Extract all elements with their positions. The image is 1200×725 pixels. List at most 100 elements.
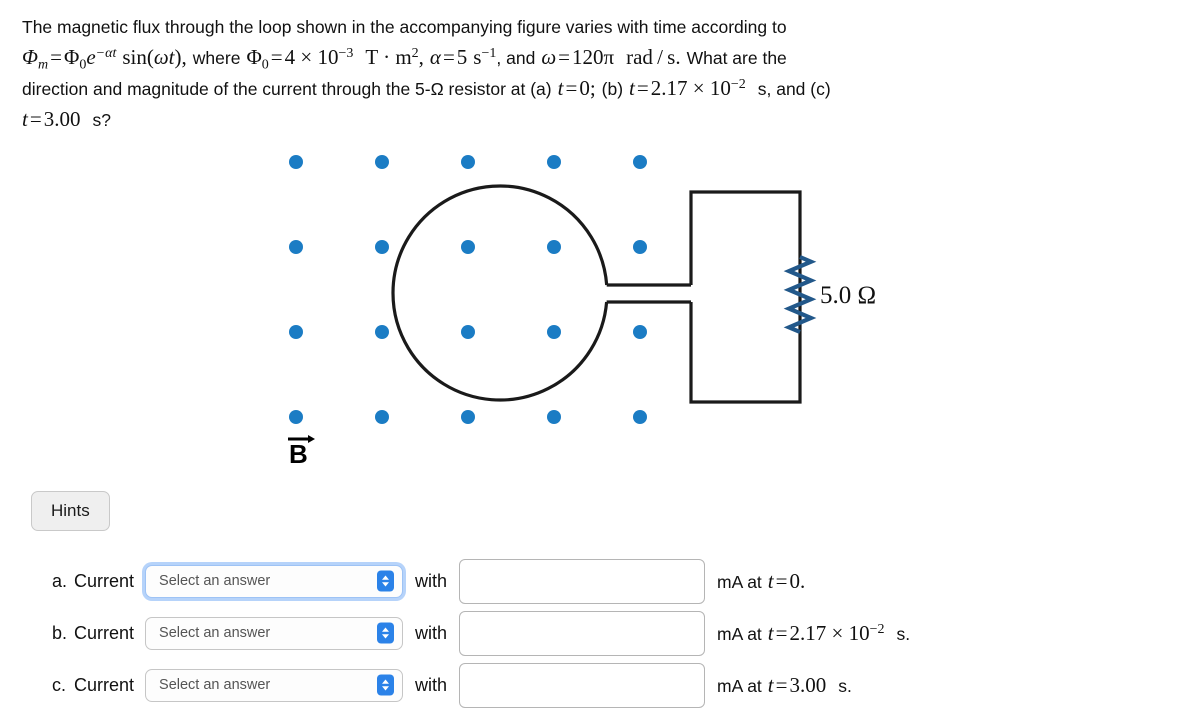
problem-statement: The magnetic flux through the loop shown… [22,12,1182,135]
flux-subscript-m: m [38,57,49,73]
unit-suffix: s. [838,675,852,696]
chevron-updown-icon[interactable] [377,570,395,592]
field-dot [461,240,475,254]
where-word: where [192,48,241,68]
unit-time-exponent: −2 [869,621,885,637]
answer-row-prompt: Current [74,674,135,695]
answer-unit-text: mA at t=2.17 × 10−2 s. [717,621,910,646]
magnetic-field-dots [289,155,647,424]
answer-row-letter: c. [52,674,67,695]
alpha-value: 5 [456,45,468,69]
answer-rows: a. Current Select an answer with mA at t=0. b.… [0,555,1200,711]
field-dot [375,240,389,254]
field-dot [375,410,389,424]
field-dot [547,240,561,254]
equals-1: = [50,45,62,69]
conducting-loop [391,184,609,402]
answer-unit-text: mA at t=3.00 s. [717,673,852,698]
chevron-updown-icon[interactable] [377,674,395,696]
magnitude-input-a[interactable] [459,558,706,604]
answer-row: a. Current Select an answer with mA at t=0. [0,555,1200,607]
unit-prefix: mA at [717,571,762,592]
field-dot [375,325,389,339]
omega-value: 120π [572,45,615,69]
unit-time-value: 2.17 × 10 [789,620,870,645]
line2-tail: What are the [686,48,787,68]
field-dot [633,325,647,339]
equals-3: = [442,45,455,69]
b-field-label-group: B [288,435,315,469]
direction-select-value: Select an answer [159,625,271,641]
omega-unit: rad / s. [626,45,681,69]
hints-button[interactable]: Hints [31,491,110,531]
flux-zero-symbol: Φ [63,45,80,69]
field-dot [633,155,647,169]
flux-zero-symbol-2: Φ [246,45,262,69]
flux-symbol: Φ [22,45,38,69]
circuit-rectangle [689,190,802,404]
unit-equals: = [775,568,788,593]
unit-time-var: t [767,672,774,697]
answer-row-letter: b. [52,622,68,643]
flux-exponent: −3 [338,46,354,62]
line3-lead: direction and magnitude of the current t… [22,79,552,99]
time-value-b: 2.17 × 10 [650,76,731,100]
unit-equals: = [775,672,788,697]
time-var-c: t [22,107,28,131]
unit-prefix: mA at [717,623,762,644]
time-exponent-b: −2 [730,77,746,93]
field-dot [547,155,561,169]
flux-zero-subscript-2: 0 [261,57,269,73]
direction-select-c[interactable]: Select an answer [145,668,404,702]
answer-row: c. Current Select an answer with mA at t=3.00… [0,659,1200,711]
unit-suffix: s. [896,623,911,644]
equals-6: = [636,76,649,100]
flux-units: T · m [365,45,412,69]
flux-zero-value: 4 × 10 [284,45,339,69]
and-word-1: , and [496,48,536,68]
omega-t: ωt [153,45,175,69]
field-dot [289,325,303,339]
problem-line-1: The magnetic flux through the loop shown… [22,17,787,37]
answer-row-prompt: Current [74,570,135,591]
answer-row-letter: a. [52,570,68,591]
answer-row-prompt: Current [74,622,135,643]
magnitude-input-c[interactable] [459,662,706,708]
resistor-label: 5.0 Ω [820,282,876,309]
field-dot [547,325,561,339]
problem-line-3: direction and magnitude of the current t… [22,73,1182,104]
with-label: with [415,674,448,695]
alpha-unit-exponent: −1 [481,46,497,62]
field-dot [289,410,303,424]
with-label: with [415,570,448,591]
sin-close: ), [174,45,187,69]
answer-unit-text: mA at t=0. [717,569,817,594]
b-field-label: B [289,439,308,469]
field-dot [461,155,475,169]
magnitude-input-b[interactable] [459,610,706,656]
field-dot [547,410,561,424]
unit-time-value: 3.00 [789,672,827,697]
field-dot [633,410,647,424]
time-var-b: t [629,76,635,100]
sin-open: sin( [122,45,154,69]
chevron-updown-icon[interactable] [377,622,395,644]
direction-select-b[interactable]: Select an answer [145,616,404,650]
direction-select-a[interactable]: Select an answer [145,564,404,598]
circuit-figure: 5.0 Ω B [288,155,876,469]
field-dot [375,155,389,169]
exp-alpha-t: −αt [95,46,117,62]
field-dot [289,155,303,169]
problem-line-4: t=3.00 s? [22,104,1182,135]
field-dot [633,240,647,254]
field-dot [461,410,475,424]
time-value-a: 0; [579,76,596,100]
time-value-c: 3.00 [43,107,81,131]
unit-prefix: mA at [717,675,762,696]
problem-line-2: Φm=Φ0e−αt sin(ωt), where Φ0=4 × 10−3 T · m2,… [22,42,1182,73]
field-dot [289,240,303,254]
direction-select-value: Select an answer [159,573,271,589]
with-label: with [415,622,448,643]
alpha-symbol: α [429,45,441,69]
line4-tail: s? [92,110,111,130]
